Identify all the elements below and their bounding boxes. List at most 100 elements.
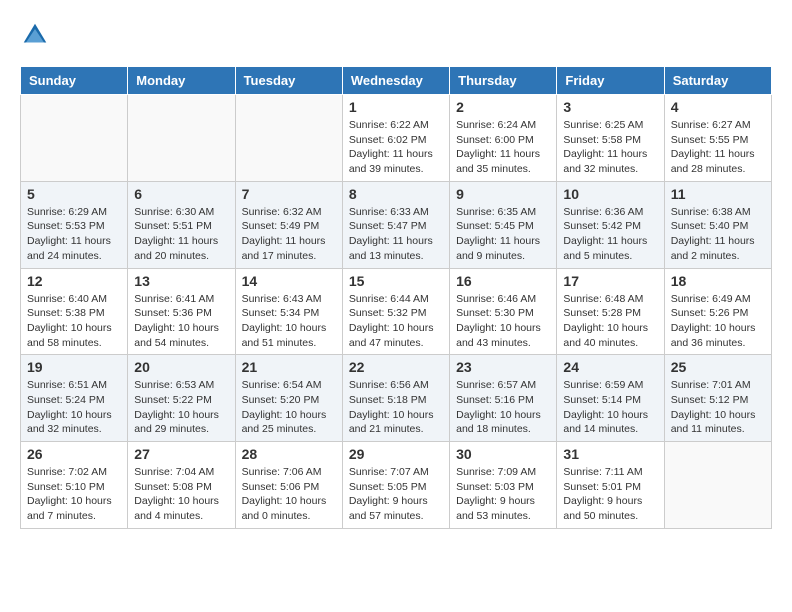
- calendar-week-row: 19Sunrise: 6:51 AM Sunset: 5:24 PM Dayli…: [21, 355, 772, 442]
- calendar-cell: 8 Sunrise: 6:33 AM Sunset: 5:47 PM Daylig…: [342, 181, 449, 268]
- day-number: 29: [349, 446, 443, 462]
- day-info: Sunrise: 6:33 AM Sunset: 5:47 PM Dayligh…: [349, 205, 443, 264]
- calendar-cell: 6Sunrise: 6:30 AM Sunset: 5:51 PM Daylig…: [128, 181, 235, 268]
- calendar-cell: [664, 442, 771, 529]
- day-info: Sunrise: 6:35 AM Sunset: 5:45 PM Dayligh…: [456, 205, 550, 264]
- day-number: 1: [349, 99, 443, 115]
- day-info: Sunrise: 6:36 AM Sunset: 5:42 PM Dayligh…: [563, 205, 657, 264]
- day-info: Sunrise: 6:43 AM Sunset: 5:34 PM Dayligh…: [242, 292, 336, 351]
- calendar-cell: 14 Sunrise: 6:43 AM Sunset: 5:34 PM Dayli…: [235, 268, 342, 355]
- calendar-table: SundayMondayTuesdayWednesdayThursdayFrid…: [20, 66, 772, 529]
- day-number: 3: [563, 99, 657, 115]
- calendar-cell: 31Sunrise: 7:11 AM Sunset: 5:01 PM Dayli…: [557, 442, 664, 529]
- calendar-cell: 9 Sunrise: 6:35 AM Sunset: 5:45 PM Daylig…: [450, 181, 557, 268]
- day-info: Sunrise: 7:02 AM Sunset: 5:10 PM Dayligh…: [27, 465, 121, 524]
- day-number: 28: [242, 446, 336, 462]
- weekday-header: Saturday: [664, 67, 771, 95]
- day-number: 11: [671, 186, 765, 202]
- day-number: 13: [134, 273, 228, 289]
- day-info: Sunrise: 6:38 AM Sunset: 5:40 PM Dayligh…: [671, 205, 765, 264]
- day-info: Sunrise: 6:51 AM Sunset: 5:24 PM Dayligh…: [27, 378, 121, 437]
- day-number: 15: [349, 273, 443, 289]
- calendar-week-row: 1 Sunrise: 6:22 AM Sunset: 6:02 PM Daylig…: [21, 95, 772, 182]
- weekday-header: Thursday: [450, 67, 557, 95]
- calendar-cell: 12Sunrise: 6:40 AM Sunset: 5:38 PM Dayli…: [21, 268, 128, 355]
- day-number: 22: [349, 359, 443, 375]
- logo: [20, 20, 54, 50]
- day-info: Sunrise: 6:56 AM Sunset: 5:18 PM Dayligh…: [349, 378, 443, 437]
- calendar-cell: 19Sunrise: 6:51 AM Sunset: 5:24 PM Dayli…: [21, 355, 128, 442]
- day-info: Sunrise: 7:09 AM Sunset: 5:03 PM Dayligh…: [456, 465, 550, 524]
- calendar-cell: 2 Sunrise: 6:24 AM Sunset: 6:00 PM Daylig…: [450, 95, 557, 182]
- calendar-body: 1 Sunrise: 6:22 AM Sunset: 6:02 PM Daylig…: [21, 95, 772, 529]
- day-number: 2: [456, 99, 550, 115]
- day-number: 6: [134, 186, 228, 202]
- page-header: [20, 20, 772, 50]
- day-info: Sunrise: 6:59 AM Sunset: 5:14 PM Dayligh…: [563, 378, 657, 437]
- calendar-cell: 30 Sunrise: 7:09 AM Sunset: 5:03 PM Dayli…: [450, 442, 557, 529]
- day-info: Sunrise: 7:07 AM Sunset: 5:05 PM Dayligh…: [349, 465, 443, 524]
- day-info: Sunrise: 7:11 AM Sunset: 5:01 PM Dayligh…: [563, 465, 657, 524]
- calendar-week-row: 5 Sunrise: 6:29 AM Sunset: 5:53 PM Daylig…: [21, 181, 772, 268]
- day-number: 23: [456, 359, 550, 375]
- calendar-cell: [128, 95, 235, 182]
- day-number: 4: [671, 99, 765, 115]
- day-number: 7: [242, 186, 336, 202]
- day-info: Sunrise: 6:54 AM Sunset: 5:20 PM Dayligh…: [242, 378, 336, 437]
- day-number: 17: [563, 273, 657, 289]
- day-info: Sunrise: 7:06 AM Sunset: 5:06 PM Dayligh…: [242, 465, 336, 524]
- day-info: Sunrise: 6:41 AM Sunset: 5:36 PM Dayligh…: [134, 292, 228, 351]
- day-info: Sunrise: 6:25 AM Sunset: 5:58 PM Dayligh…: [563, 118, 657, 177]
- calendar-cell: 25 Sunrise: 7:01 AM Sunset: 5:12 PM Dayli…: [664, 355, 771, 442]
- day-info: Sunrise: 6:29 AM Sunset: 5:53 PM Dayligh…: [27, 205, 121, 264]
- calendar-cell: 3 Sunrise: 6:25 AM Sunset: 5:58 PM Daylig…: [557, 95, 664, 182]
- calendar-cell: 22 Sunrise: 6:56 AM Sunset: 5:18 PM Dayli…: [342, 355, 449, 442]
- day-number: 14: [242, 273, 336, 289]
- calendar-cell: 21 Sunrise: 6:54 AM Sunset: 5:20 PM Dayli…: [235, 355, 342, 442]
- day-info: Sunrise: 7:01 AM Sunset: 5:12 PM Dayligh…: [671, 378, 765, 437]
- calendar-cell: 27Sunrise: 7:04 AM Sunset: 5:08 PM Dayli…: [128, 442, 235, 529]
- calendar-cell: 11 Sunrise: 6:38 AM Sunset: 5:40 PM Dayli…: [664, 181, 771, 268]
- day-number: 25: [671, 359, 765, 375]
- day-info: Sunrise: 6:48 AM Sunset: 5:28 PM Dayligh…: [563, 292, 657, 351]
- day-info: Sunrise: 6:40 AM Sunset: 5:38 PM Dayligh…: [27, 292, 121, 351]
- day-info: Sunrise: 6:27 AM Sunset: 5:55 PM Dayligh…: [671, 118, 765, 177]
- day-number: 27: [134, 446, 228, 462]
- weekday-header: Wednesday: [342, 67, 449, 95]
- calendar-cell: 4 Sunrise: 6:27 AM Sunset: 5:55 PM Daylig…: [664, 95, 771, 182]
- day-number: 21: [242, 359, 336, 375]
- calendar-cell: 20 Sunrise: 6:53 AM Sunset: 5:22 PM Dayli…: [128, 355, 235, 442]
- day-info: Sunrise: 6:49 AM Sunset: 5:26 PM Dayligh…: [671, 292, 765, 351]
- calendar-header: SundayMondayTuesdayWednesdayThursdayFrid…: [21, 67, 772, 95]
- calendar-cell: 24 Sunrise: 6:59 AM Sunset: 5:14 PM Dayli…: [557, 355, 664, 442]
- calendar-cell: 1 Sunrise: 6:22 AM Sunset: 6:02 PM Daylig…: [342, 95, 449, 182]
- day-info: Sunrise: 6:22 AM Sunset: 6:02 PM Dayligh…: [349, 118, 443, 177]
- calendar-cell: 29 Sunrise: 7:07 AM Sunset: 5:05 PM Dayli…: [342, 442, 449, 529]
- day-number: 9: [456, 186, 550, 202]
- day-info: Sunrise: 6:46 AM Sunset: 5:30 PM Dayligh…: [456, 292, 550, 351]
- calendar-cell: 28 Sunrise: 7:06 AM Sunset: 5:06 PM Dayli…: [235, 442, 342, 529]
- calendar-cell: 17 Sunrise: 6:48 AM Sunset: 5:28 PM Dayli…: [557, 268, 664, 355]
- calendar-cell: 10 Sunrise: 6:36 AM Sunset: 5:42 PM Dayli…: [557, 181, 664, 268]
- calendar-cell: 23Sunrise: 6:57 AM Sunset: 5:16 PM Dayli…: [450, 355, 557, 442]
- day-number: 24: [563, 359, 657, 375]
- day-number: 5: [27, 186, 121, 202]
- day-info: Sunrise: 6:53 AM Sunset: 5:22 PM Dayligh…: [134, 378, 228, 437]
- calendar-cell: 16Sunrise: 6:46 AM Sunset: 5:30 PM Dayli…: [450, 268, 557, 355]
- calendar-cell: [21, 95, 128, 182]
- logo-icon: [20, 20, 50, 50]
- day-info: Sunrise: 6:32 AM Sunset: 5:49 PM Dayligh…: [242, 205, 336, 264]
- calendar-cell: 26Sunrise: 7:02 AM Sunset: 5:10 PM Dayli…: [21, 442, 128, 529]
- weekday-header: Sunday: [21, 67, 128, 95]
- day-number: 10: [563, 186, 657, 202]
- day-number: 8: [349, 186, 443, 202]
- calendar-cell: 7 Sunrise: 6:32 AM Sunset: 5:49 PM Daylig…: [235, 181, 342, 268]
- day-number: 20: [134, 359, 228, 375]
- calendar-cell: [235, 95, 342, 182]
- day-info: Sunrise: 6:24 AM Sunset: 6:00 PM Dayligh…: [456, 118, 550, 177]
- calendar-cell: 13 Sunrise: 6:41 AM Sunset: 5:36 PM Dayli…: [128, 268, 235, 355]
- calendar-cell: 18 Sunrise: 6:49 AM Sunset: 5:26 PM Dayli…: [664, 268, 771, 355]
- day-number: 18: [671, 273, 765, 289]
- weekday-header: Tuesday: [235, 67, 342, 95]
- day-number: 30: [456, 446, 550, 462]
